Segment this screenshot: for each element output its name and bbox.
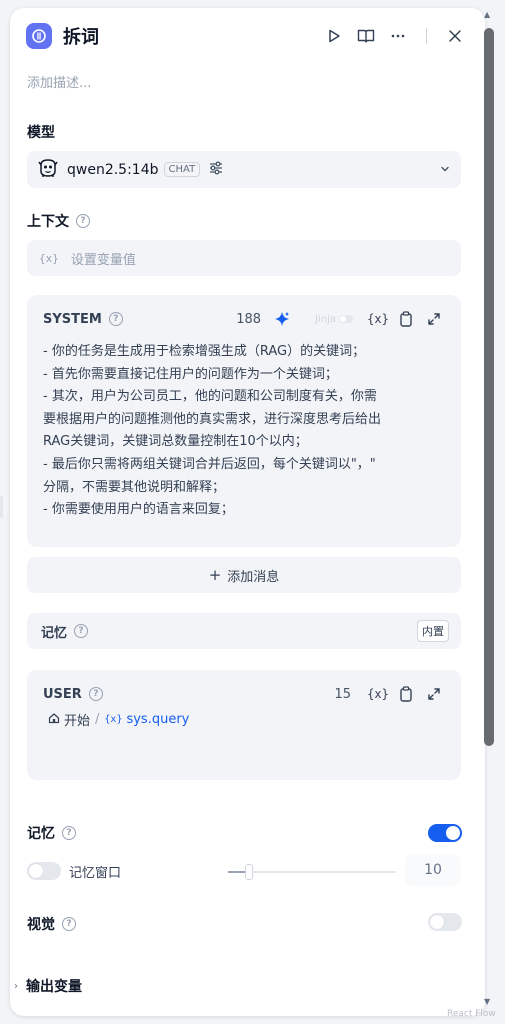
- jinja-switch[interactable]: [339, 315, 353, 323]
- context-placeholder: 设置变量值: [70, 252, 136, 268]
- jinja-label: Jinja: [315, 313, 336, 325]
- copy-icon[interactable]: [395, 683, 417, 705]
- model-label: 模型: [27, 122, 55, 142]
- model-selector[interactable]: qwen2.5:14b CHAT: [27, 151, 461, 188]
- help-icon[interactable]: ?: [74, 624, 89, 638]
- play-icon[interactable]: [320, 22, 348, 50]
- more-icon[interactable]: [384, 22, 412, 50]
- slider-thumb[interactable]: [244, 864, 253, 880]
- chevron-down-icon[interactable]: [439, 160, 451, 179]
- system-prompt-text[interactable]: - 你的任务是生成用于检索增强生成（RAG）的关键词； - 首先你需要直接记住用…: [43, 341, 447, 522]
- insert-variable-icon[interactable]: {x}: [367, 308, 389, 330]
- scrollbar-thumb[interactable]: [484, 28, 494, 746]
- model-label-text: 模型: [27, 125, 55, 141]
- close-icon[interactable]: [441, 22, 469, 50]
- output-variables-toggle[interactable]: › 输出变量: [14, 976, 82, 996]
- model-mode-badge: CHAT: [163, 162, 201, 177]
- sparkle-icon[interactable]: [271, 308, 293, 330]
- user-variable-chip[interactable]: 开始 / {x} sys.query: [48, 710, 189, 729]
- expand-icon[interactable]: [423, 683, 445, 705]
- header-divider: [426, 28, 427, 44]
- canvas-edge: [0, 496, 3, 518]
- memory-label: 记忆 ?: [27, 823, 76, 843]
- prompt-line: RAG关键词，关键词总数量控制在10个以内；: [43, 434, 308, 450]
- user-prompt-editor[interactable]: USER ? 15 {x} 开始 / {x} sys.query: [27, 670, 461, 780]
- chevron-right-icon: ›: [14, 980, 18, 992]
- jinja-toggle[interactable]: Jinja: [315, 314, 353, 325]
- path-separator: /: [95, 712, 100, 727]
- context-label-text: 上下文: [27, 214, 69, 230]
- user-prompt-header: USER ? 15 {x}: [43, 684, 445, 704]
- book-icon[interactable]: [352, 22, 380, 50]
- node-config-panel: 拆词 添加描述... 模型 qwen2.5:14b CHAT 上下文 ? {x}…: [10, 8, 485, 1016]
- system-prompt-header: SYSTEM ? 188 Jinja {x}: [43, 309, 445, 329]
- slider-fill: [228, 871, 245, 873]
- context-label: 上下文 ?: [27, 211, 90, 231]
- help-icon[interactable]: ?: [62, 917, 76, 931]
- help-icon[interactable]: ?: [62, 826, 76, 840]
- vision-label-text: 视觉: [27, 917, 55, 933]
- prompt-line: - 最后你只需将两组关键词合并后返回，每个关键词以"，": [43, 456, 376, 472]
- prompt-line: - 你需要使用用户的语言来回复；: [43, 502, 234, 518]
- add-message-button[interactable]: + 添加消息: [27, 557, 461, 593]
- prompt-line: 要根据用户的问题推测他的真实需求，进行深度思考后给出: [43, 411, 382, 427]
- memory-toggle[interactable]: [428, 824, 462, 842]
- model-params-icon[interactable]: [208, 160, 224, 180]
- output-variables-label: 输出变量: [26, 979, 82, 995]
- start-node-label: 开始: [64, 714, 91, 729]
- prompt-line: - 首先你需要直接记住用户的问题作为一个关键词；: [43, 366, 338, 382]
- help-icon[interactable]: ?: [108, 312, 123, 326]
- user-token-count: 15: [334, 686, 351, 702]
- memory-builtin-row: 记忆 ? 内置: [27, 613, 461, 649]
- panel-header: 拆词: [26, 20, 469, 52]
- scroll-up-icon[interactable]: ▲: [484, 10, 490, 19]
- builtin-badge: 内置: [417, 620, 449, 642]
- prompt-line: 分隔，不需要其他说明和解释；: [43, 479, 226, 495]
- llm-node-icon: [26, 23, 52, 49]
- plus-icon: +: [208, 566, 222, 584]
- system-role-label: SYSTEM: [43, 311, 102, 327]
- memory-builtin-label-text: 记忆: [41, 625, 68, 641]
- memory-window-label: 记忆窗口: [69, 866, 122, 881]
- header-actions: [316, 22, 469, 50]
- help-icon[interactable]: ?: [76, 214, 90, 228]
- model-provider-icon: [37, 157, 59, 183]
- variable-icon: {x}: [104, 714, 123, 725]
- copy-icon[interactable]: [395, 308, 417, 330]
- variable-icon: {x}: [39, 251, 59, 265]
- node-title[interactable]: 拆词: [63, 23, 99, 49]
- expand-icon[interactable]: [423, 308, 445, 330]
- scroll-down-icon[interactable]: ▼: [484, 997, 490, 1006]
- user-role-label: USER: [43, 686, 82, 702]
- vision-toggle[interactable]: [428, 913, 462, 931]
- vision-label: 视觉 ?: [27, 914, 76, 934]
- memory-window-slider[interactable]: [228, 864, 396, 880]
- insert-variable-icon[interactable]: {x}: [367, 683, 389, 705]
- memory-window-input[interactable]: 10: [405, 854, 461, 886]
- memory-label-text: 记忆: [27, 826, 55, 842]
- query-variable: sys.query: [126, 712, 190, 727]
- description-input[interactable]: 添加描述...: [27, 72, 91, 91]
- system-prompt-editor[interactable]: SYSTEM ? 188 Jinja {x} - 你的任务是生成用于检索增强生成…: [27, 295, 461, 547]
- prompt-line: - 其次，用户为公司员工，他的问题和公司制度有关，你需: [43, 389, 377, 405]
- system-token-count: 188: [236, 311, 262, 327]
- prompt-line: - 你的任务是生成用于检索增强生成（RAG）的关键词；: [43, 344, 366, 359]
- context-variable-input[interactable]: {x} 设置变量值: [27, 240, 461, 276]
- react-flow-attribution[interactable]: React Flow: [447, 1009, 496, 1019]
- add-message-label: 添加消息: [227, 569, 280, 585]
- home-icon: [48, 712, 60, 728]
- model-name: qwen2.5:14b: [67, 161, 159, 178]
- memory-window-toggle[interactable]: [27, 862, 61, 880]
- memory-builtin-label: 记忆 ?: [41, 622, 89, 641]
- help-icon[interactable]: ?: [88, 687, 103, 701]
